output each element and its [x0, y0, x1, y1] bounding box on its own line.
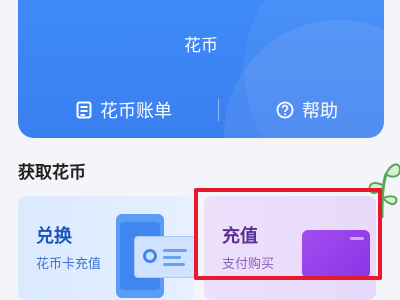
- coin-bill-button[interactable]: 花币账单: [76, 92, 172, 128]
- payment-card-illustration: [302, 230, 370, 278]
- exchange-title: 兑换: [36, 226, 72, 247]
- bill-icon: [76, 101, 92, 119]
- exchange-subtitle: 花币卡充值: [36, 257, 102, 272]
- help-icon: [276, 101, 294, 119]
- recharge-subtitle: 支付购买: [222, 257, 275, 272]
- action-divider: [218, 99, 219, 121]
- section-title: 获取花币: [18, 163, 86, 183]
- header-actions: 花币账单 帮助: [18, 92, 384, 128]
- help-label: 帮助: [302, 101, 338, 122]
- coin-bill-label: 花币账单: [100, 101, 172, 122]
- page-title: 花币: [184, 36, 218, 56]
- exchange-card[interactable]: 兑换 花币卡充值: [18, 196, 194, 300]
- help-button[interactable]: 帮助: [276, 92, 338, 128]
- coin-header-card: 花币 花币账单 帮助: [18, 0, 384, 138]
- recharge-title: 充值: [222, 226, 258, 247]
- recharge-card[interactable]: 充值 支付购买: [204, 196, 376, 300]
- card-illustration: [134, 236, 194, 278]
